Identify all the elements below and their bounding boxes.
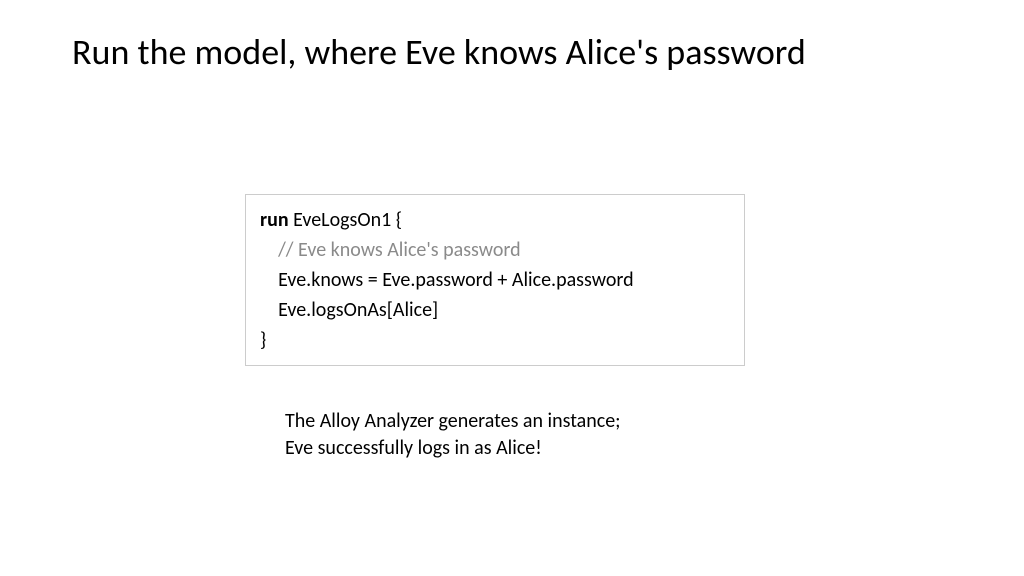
code-line-1: run EveLogsOn1 { [260, 205, 730, 235]
caption-line-1: The Alloy Analyzer generates an instance… [285, 408, 621, 435]
keyword-run: run [260, 208, 289, 232]
code-line-1-rest: EveLogsOn1 { [289, 208, 403, 232]
code-line-4: Eve.logsOnAs[Alice] [260, 295, 730, 325]
caption-line-2: Eve successfully logs in as Alice! [285, 435, 621, 462]
code-line-2-comment: // Eve knows Alice's password [260, 235, 730, 265]
code-line-5: } [260, 325, 730, 355]
code-block: run EveLogsOn1 { // Eve knows Alice's pa… [245, 194, 745, 366]
code-line-3: Eve.knows = Eve.password + Alice.passwor… [260, 265, 730, 295]
caption: The Alloy Analyzer generates an instance… [285, 408, 621, 462]
slide-title: Run the model, where Eve knows Alice's p… [72, 30, 952, 75]
